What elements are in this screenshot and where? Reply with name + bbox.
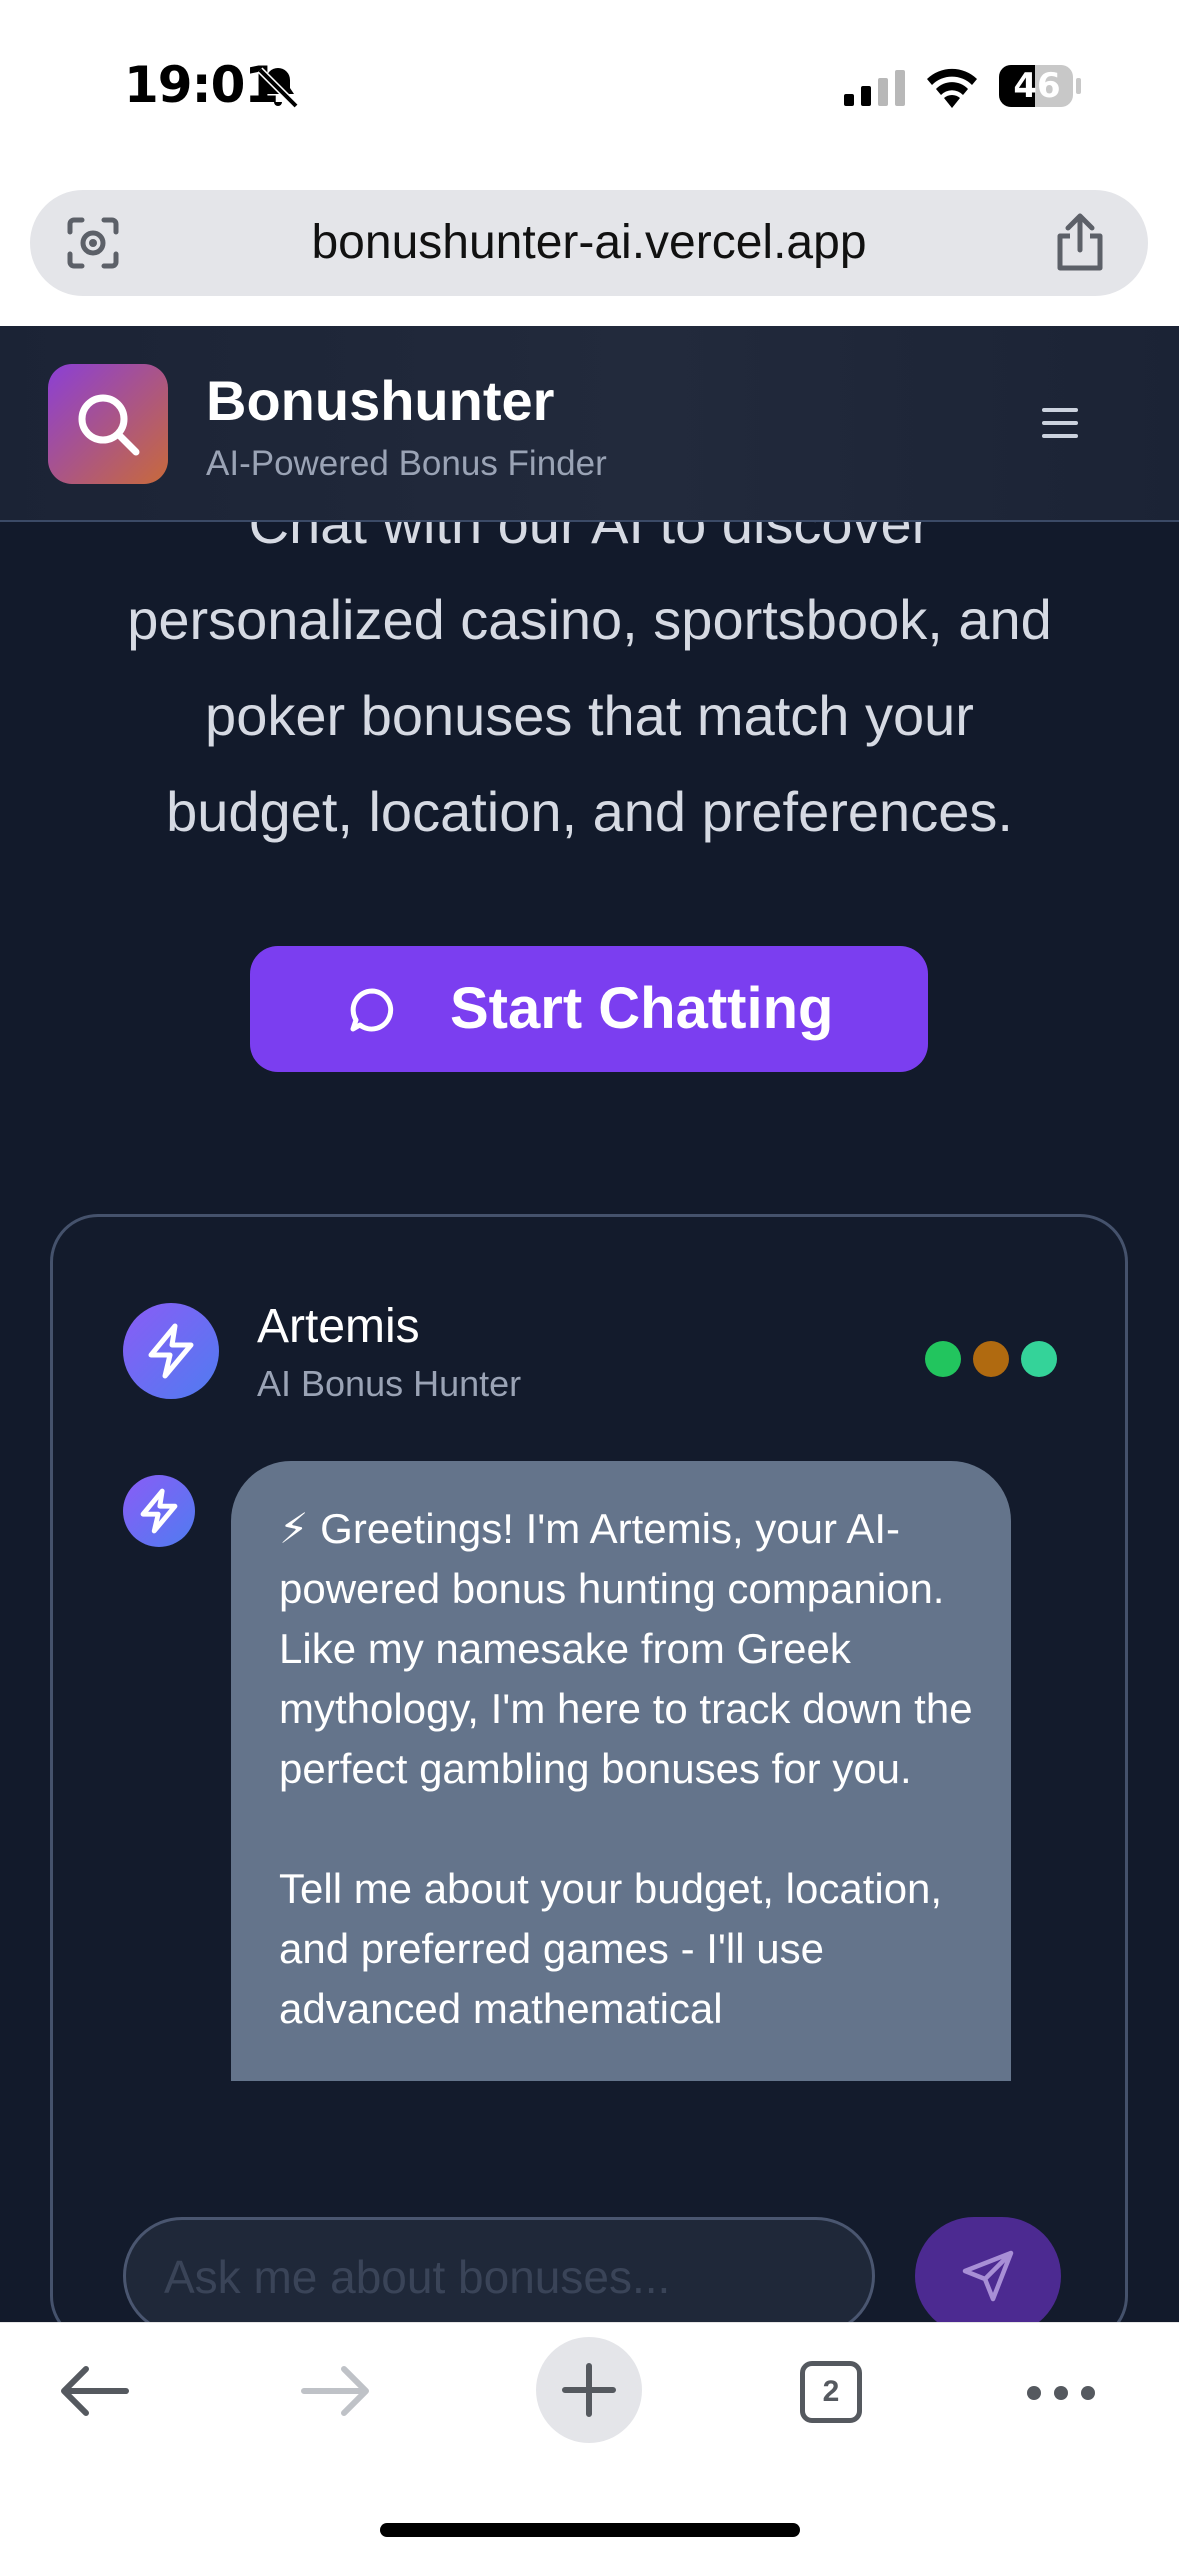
bell-off-icon	[257, 67, 299, 109]
site-header: Bonushunter AI-Powered Bonus Finder	[0, 326, 1179, 522]
chat-input[interactable]	[162, 2220, 846, 2322]
chat-card: Artemis AI Bonus Hunter ⚡ Greetings! I'm…	[50, 1214, 1128, 2322]
status-dot-amber	[973, 1341, 1009, 1377]
logo[interactable]	[48, 364, 168, 484]
tab-count: 2	[822, 2375, 840, 2408]
status-dot-green	[925, 1341, 961, 1377]
more-options-icon[interactable]	[1024, 2383, 1098, 2403]
url-text: bonushunter-ai.vercel.app	[311, 216, 867, 269]
home-indicator	[380, 2523, 800, 2537]
search-icon	[78, 394, 140, 456]
chat-input-field[interactable]	[123, 2217, 875, 2322]
hamburger-menu-icon[interactable]	[1040, 406, 1080, 440]
message-scroll-area[interactable]: ⚡ Greetings! I'm Artemis, your AI-powere…	[231, 1461, 1011, 2081]
back-arrow-icon[interactable]	[56, 2363, 130, 2419]
agent-name: Artemis	[257, 1300, 420, 1353]
plus-icon	[562, 2363, 616, 2417]
chat-bubble-icon	[350, 988, 394, 1032]
forward-arrow-icon[interactable]	[300, 2363, 374, 2419]
wifi-icon	[927, 68, 977, 108]
tabs-button[interactable]: 2	[800, 2361, 862, 2423]
browser-toolbar: 2	[0, 2322, 1179, 2557]
assistant-message-bubble: ⚡ Greetings! I'm Artemis, your AI-powere…	[231, 1461, 1011, 2081]
share-icon[interactable]	[1052, 210, 1108, 274]
web-content: Bonushunter AI-Powered Bonus Finder Chat…	[0, 326, 1179, 2322]
brand-tagline: AI-Powered Bonus Finder	[206, 444, 607, 483]
lightning-icon	[148, 1323, 194, 1379]
address-bar[interactable]: bonushunter-ai.vercel.app	[30, 190, 1148, 296]
agent-avatar	[123, 1303, 219, 1399]
agent-role: AI Bonus Hunter	[257, 1363, 522, 1404]
send-button[interactable]	[915, 2217, 1061, 2322]
battery-level: 46	[1013, 66, 1061, 106]
status-dot-teal	[1021, 1341, 1057, 1377]
brand-name: Bonushunter	[206, 369, 555, 432]
lightning-icon	[140, 1488, 178, 1534]
new-tab-button[interactable]	[536, 2337, 642, 2443]
assistant-message-text: ⚡ Greetings! I'm Artemis, your AI-powere…	[279, 1505, 973, 2032]
signal-icon	[844, 70, 905, 106]
send-icon	[962, 2250, 1014, 2302]
hero-description: Chat with our AI to discover personalize…	[127, 492, 1052, 843]
message-avatar	[123, 1475, 195, 1547]
status-bar: 19:01 46	[0, 0, 1179, 180]
start-chatting-label: Start Chatting	[450, 976, 834, 1041]
start-chatting-button[interactable]: Start Chatting	[250, 946, 928, 1072]
